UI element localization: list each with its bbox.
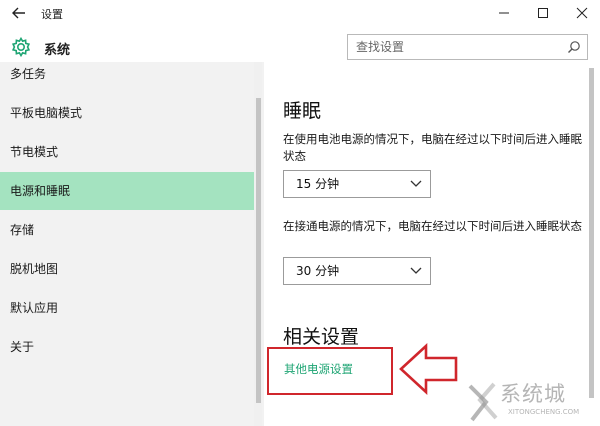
sidebar-item-offline-maps[interactable]: 脱机地图	[0, 250, 254, 288]
chevron-down-icon	[410, 180, 422, 187]
window-title: 设置	[41, 8, 63, 21]
minimize-icon	[499, 12, 509, 14]
sidebar: 多任务 平板电脑模式 节电模式 电源和睡眠 存储 脱机地图 默认应用 关于	[0, 62, 264, 426]
plugged-sleep-description: 在接通电源的情况下，电脑在经过以下时间后进入睡眠状态	[283, 219, 582, 233]
search-input[interactable]	[348, 35, 558, 59]
battery-sleep-description: 在使用电池电源的情况下，电脑在经过以下时间后进入睡眠状态	[283, 132, 582, 163]
plugged-sleep-value: 30 分钟	[296, 264, 340, 278]
plugged-sleep-select[interactable]: 30 分钟	[283, 257, 431, 285]
chevron-down-icon	[410, 267, 422, 274]
minimize-button[interactable]	[484, 0, 524, 26]
close-button[interactable]	[562, 0, 600, 26]
maximize-button[interactable]	[523, 0, 563, 26]
sidebar-item-battery-saver[interactable]: 节电模式	[0, 133, 254, 171]
sidebar-item-tablet-mode[interactable]: 平板电脑模式	[0, 94, 254, 132]
sidebar-item-default-apps[interactable]: 默认应用	[0, 289, 254, 327]
search-icon[interactable]	[567, 40, 581, 54]
sidebar-item-about[interactable]: 关于	[0, 328, 254, 366]
pointer-arrow-icon	[399, 343, 458, 395]
sidebar-scrollbar-thumb[interactable]	[256, 98, 261, 403]
related-settings-heading: 相关设置	[283, 326, 360, 348]
maximize-icon	[538, 8, 548, 18]
back-button[interactable]	[8, 3, 30, 23]
close-icon	[576, 7, 588, 19]
search-box[interactable]	[347, 34, 588, 60]
sidebar-item-storage[interactable]: 存储	[0, 211, 254, 249]
sidebar-item-multitasking[interactable]: 多任务	[0, 55, 254, 93]
title-bar: 设置	[0, 0, 600, 26]
annotation-highlight-box	[267, 347, 393, 395]
battery-sleep-select[interactable]: 15 分钟	[283, 170, 431, 198]
sleep-heading: 睡眠	[283, 100, 322, 122]
sidebar-item-power-sleep[interactable]: 电源和睡眠	[0, 172, 254, 210]
watermark-logo-icon	[468, 382, 498, 422]
main-scrollbar-thumb[interactable]	[589, 68, 594, 398]
back-arrow-icon	[12, 7, 25, 19]
watermark: 系统城 XITONGCHENG.COM	[466, 376, 600, 426]
watermark-subtext: XITONGCHENG.COM	[508, 408, 580, 416]
battery-sleep-value: 15 分钟	[296, 177, 340, 191]
watermark-text: 系统城	[500, 382, 566, 406]
